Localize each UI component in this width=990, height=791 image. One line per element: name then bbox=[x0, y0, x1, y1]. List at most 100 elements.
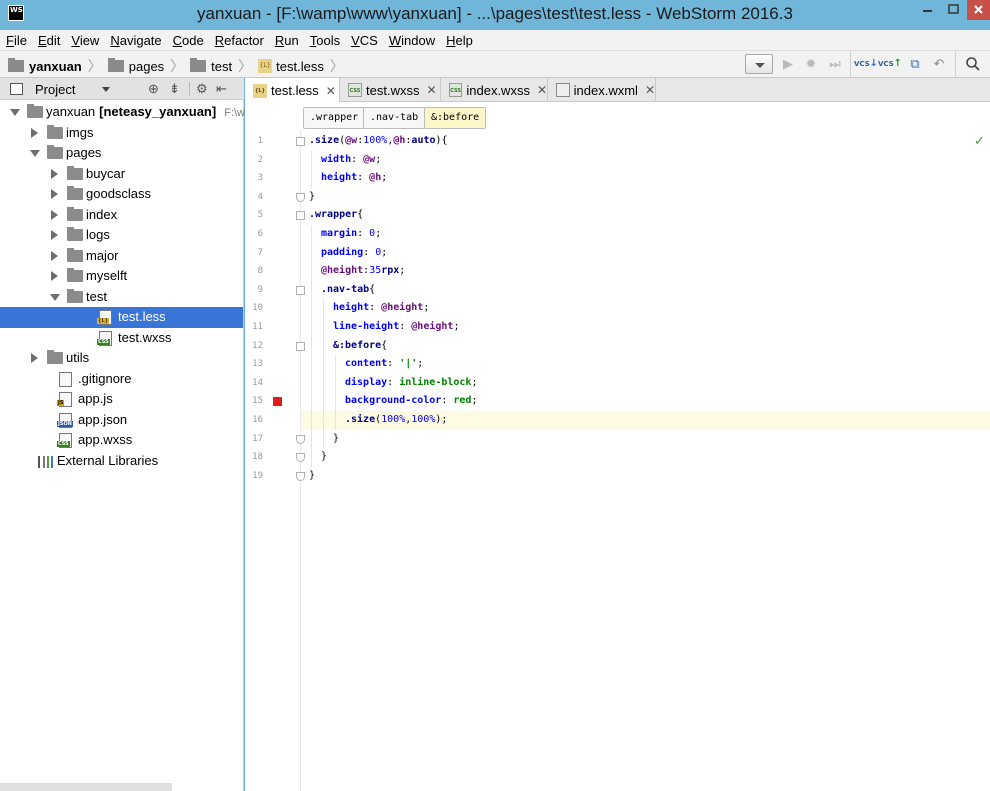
code-crumb-before[interactable]: &:before bbox=[424, 107, 487, 129]
code-crumb-wrapper[interactable]: .wrapper bbox=[303, 107, 366, 129]
menu-view[interactable]: View bbox=[71, 33, 99, 48]
chevron-down-icon[interactable] bbox=[10, 109, 20, 116]
revert-icon[interactable]: ↶ bbox=[930, 54, 948, 74]
project-view-selector[interactable]: Project bbox=[35, 82, 75, 97]
xml-file-icon bbox=[556, 83, 570, 97]
breadcrumb-pages[interactable]: pages bbox=[107, 58, 164, 74]
close-window-button[interactable] bbox=[967, 0, 990, 20]
chevron-right-icon[interactable] bbox=[51, 189, 58, 199]
menu-refactor[interactable]: Refactor bbox=[215, 33, 264, 48]
code-line: background-color: red; bbox=[345, 392, 477, 411]
fold-collapse-icon[interactable] bbox=[296, 137, 305, 146]
vcs-update-icon[interactable]: VCS ↓ bbox=[854, 54, 878, 74]
chevron-down-icon[interactable] bbox=[50, 293, 60, 301]
chevron-right-icon[interactable] bbox=[31, 353, 38, 363]
tree-item-index[interactable]: index bbox=[0, 205, 243, 226]
run-configuration-dropdown[interactable] bbox=[745, 54, 773, 74]
chevron-right-icon[interactable] bbox=[51, 209, 58, 220]
tree-item-external-libraries[interactable]: External Libraries bbox=[0, 451, 243, 472]
search-icon[interactable] bbox=[964, 54, 982, 74]
close-tab-icon[interactable]: ✕ bbox=[645, 83, 655, 97]
tree-item-logs[interactable]: logs bbox=[0, 225, 243, 246]
header-separator bbox=[189, 82, 190, 96]
breakpoint-icon[interactable] bbox=[273, 397, 282, 407]
tree-item-myselft[interactable]: myselft bbox=[0, 266, 243, 287]
gear-icon[interactable]: ⚙ bbox=[196, 81, 208, 97]
tab-test-less[interactable]: {L} test.less ✕ bbox=[245, 78, 340, 103]
line-number: 18 bbox=[252, 452, 263, 463]
tree-item-imgs[interactable]: imgs bbox=[0, 123, 243, 144]
tree-item-goodsclass[interactable]: goodsclass bbox=[0, 184, 243, 205]
breadcrumb-project[interactable]: yanxuan bbox=[8, 58, 82, 74]
chevron-right-icon[interactable] bbox=[51, 230, 58, 240]
fold-collapse-icon[interactable] bbox=[296, 341, 305, 351]
tab-label: index.wxss bbox=[466, 82, 530, 98]
menu-file[interactable]: File bbox=[6, 33, 27, 48]
chevron-down-icon[interactable] bbox=[102, 87, 110, 92]
tree-item-major[interactable]: major bbox=[0, 246, 243, 267]
tree-item-app-js[interactable]: JS app.js bbox=[0, 389, 243, 410]
menu-navigate[interactable]: Navigate bbox=[110, 33, 161, 48]
hide-panel-icon[interactable]: ⇤ bbox=[216, 81, 227, 97]
code-token: { bbox=[357, 209, 364, 221]
line-number: 6 bbox=[257, 229, 263, 239]
tab-test-wxss[interactable]: CSS test.wxss ✕ bbox=[340, 78, 441, 102]
chevron-right-icon[interactable] bbox=[51, 271, 58, 281]
tree-item-app-wxss[interactable]: CSS app.wxss bbox=[0, 430, 243, 451]
menu-run[interactable]: Run bbox=[275, 33, 299, 48]
tree-item-yanxuan[interactable]: yanxuan [neteasy_yanxuan] F:\wa bbox=[0, 102, 251, 123]
code-token: : bbox=[369, 302, 382, 314]
fold-end-icon[interactable] bbox=[296, 471, 305, 481]
folder-icon bbox=[190, 58, 207, 72]
menu-vcs[interactable]: VCS bbox=[351, 33, 378, 48]
tree-item-app-json[interactable]: JSON app.json bbox=[0, 410, 243, 431]
breadcrumb-test[interactable]: test bbox=[190, 58, 232, 74]
code-token: width bbox=[321, 153, 352, 165]
close-tab-icon[interactable]: ✕ bbox=[537, 83, 547, 97]
maximize-button[interactable] bbox=[940, 0, 967, 20]
chevron-down-icon[interactable] bbox=[30, 150, 40, 157]
code-crumb-nav-tab[interactable]: .nav-tab bbox=[363, 107, 426, 129]
chevron-right-icon[interactable] bbox=[31, 127, 38, 138]
chevron-right-icon[interactable] bbox=[51, 168, 58, 179]
code-token: auto bbox=[411, 135, 436, 146]
menu-help[interactable]: Help bbox=[446, 33, 473, 48]
coverage-icon[interactable]: ⏭ bbox=[826, 54, 844, 74]
minimize-button[interactable] bbox=[914, 0, 940, 20]
close-tab-icon[interactable]: ✕ bbox=[326, 84, 336, 98]
line-number: 16 bbox=[252, 415, 263, 425]
fold-end-icon[interactable] bbox=[296, 434, 305, 444]
tree-item-test-wxss[interactable]: CSS test.wxss bbox=[0, 328, 243, 349]
menu-tools[interactable]: Tools bbox=[310, 33, 340, 48]
tree-item-utils[interactable]: utils bbox=[0, 348, 243, 369]
vcs-commit-icon[interactable]: VCS ↑ bbox=[878, 54, 902, 74]
close-tab-icon[interactable]: ✕ bbox=[426, 83, 436, 97]
folder-icon bbox=[67, 268, 83, 282]
fold-collapse-icon[interactable] bbox=[296, 211, 305, 221]
run-icon[interactable]: ▶ bbox=[779, 54, 797, 74]
fold-end-icon[interactable] bbox=[296, 192, 305, 202]
menu-edit[interactable]: Edit bbox=[38, 33, 60, 48]
code-line: } bbox=[333, 430, 339, 449]
tab-index-wxml[interactable]: index.wxml ✕ bbox=[548, 78, 656, 102]
tree-item-test-less[interactable]: {L} test.less bbox=[0, 307, 243, 328]
tree-item-test[interactable]: test bbox=[0, 287, 243, 308]
debug-icon[interactable]: ✹ bbox=[802, 54, 820, 74]
fold-end-icon[interactable] bbox=[296, 453, 305, 463]
menu-window[interactable]: Window bbox=[389, 33, 435, 48]
chevron-right-icon[interactable] bbox=[51, 250, 58, 261]
locate-file-icon[interactable]: ⊕ bbox=[148, 81, 159, 97]
collapse-all-icon[interactable]: ⇟ bbox=[169, 81, 180, 97]
tree-item-name: index bbox=[86, 206, 118, 222]
tree-item-pages[interactable]: pages bbox=[0, 143, 243, 164]
tab-index-wxss[interactable]: CSS index.wxss ✕ bbox=[441, 78, 548, 102]
code-editor[interactable]: ✓ 1 .size(@w:100%,@h:auto){2 width: @w; 3 he… bbox=[245, 130, 990, 791]
tree-item-buycar[interactable]: buycar bbox=[0, 164, 243, 185]
toolbar-separator bbox=[850, 51, 851, 77]
horizontal-scrollbar[interactable] bbox=[0, 783, 172, 791]
fold-collapse-icon[interactable] bbox=[296, 285, 305, 295]
compare-icon[interactable]: ⧉ bbox=[906, 54, 924, 74]
menu-code[interactable]: Code bbox=[173, 33, 204, 48]
tree-item-gitignore[interactable]: .gitignore bbox=[0, 369, 243, 390]
breadcrumb-file[interactable]: {L} test.less bbox=[258, 59, 324, 74]
